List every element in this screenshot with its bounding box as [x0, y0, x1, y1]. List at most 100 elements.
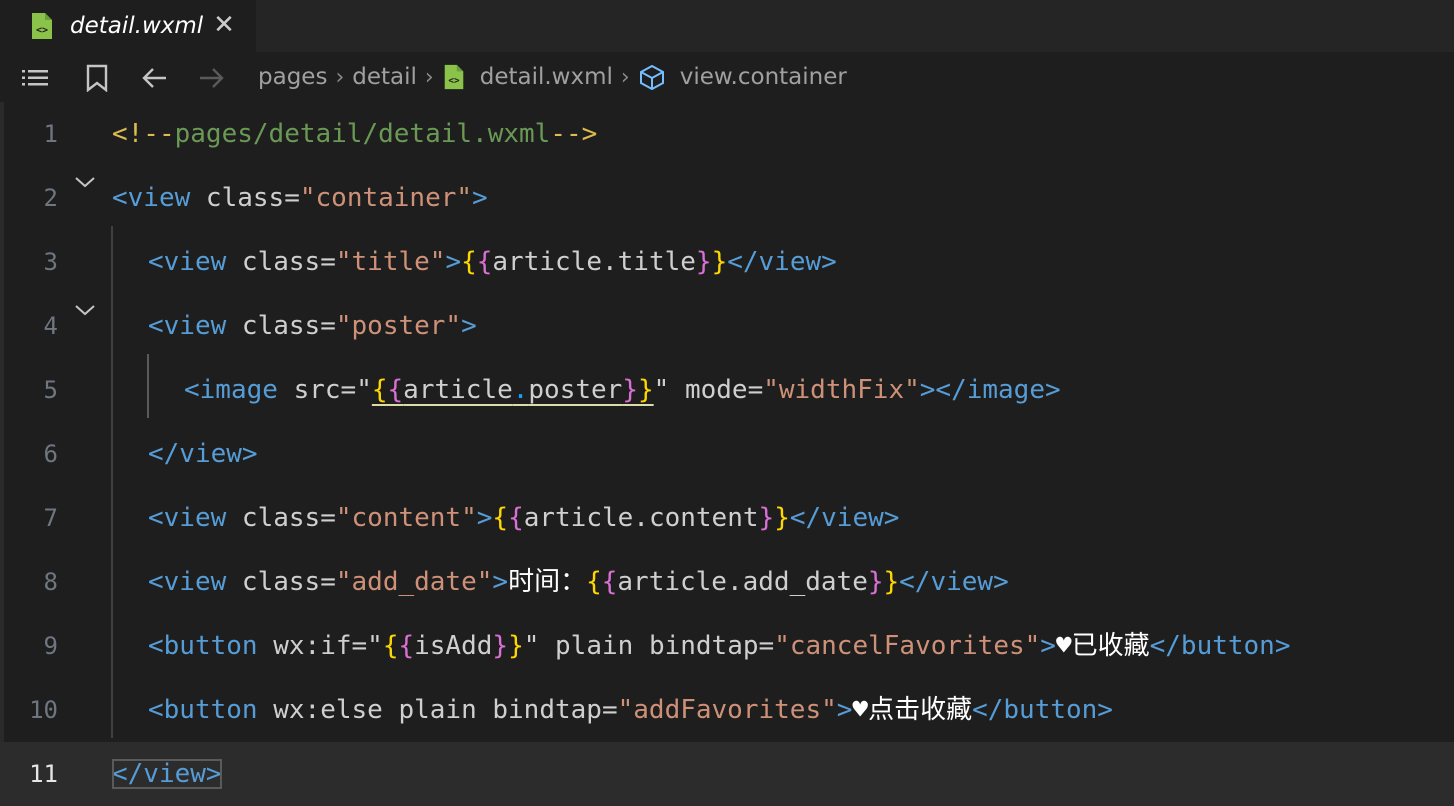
code-token: "cancelFavorites": [774, 631, 1041, 661]
breadcrumb-separator: ›: [424, 64, 434, 90]
line-number: 1: [43, 120, 58, 148]
code-token: pages/detail/detail.wxml: [174, 119, 551, 149]
code-token: class=: [190, 183, 300, 213]
line-number: 7: [43, 504, 58, 532]
code-token: "title": [335, 247, 446, 277]
code-token: }: [758, 503, 775, 533]
code-line[interactable]: 11 </view>: [0, 742, 1454, 806]
code-token: >: [836, 695, 853, 725]
code-token: class=: [226, 503, 336, 533]
code-token: }: [695, 247, 712, 277]
forward-arrow-icon[interactable]: [196, 64, 226, 92]
code-token: <!--: [112, 119, 175, 149]
code-token: <button: [148, 631, 258, 661]
code-token: </button>: [1149, 631, 1291, 661]
breadcrumb-separator: ›: [335, 64, 345, 90]
code-token: }: [637, 375, 654, 405]
bookmark-icon[interactable]: [82, 64, 112, 92]
code-line[interactable]: 8 <view class="add_date">时间：{{article.add…: [0, 550, 1454, 614]
code-token: }: [774, 503, 790, 533]
code-text: <button wx:if="{{isAdd}}" plain bindtap=…: [148, 614, 1291, 678]
line-number: 4: [43, 312, 58, 340]
code-token: "container": [299, 183, 473, 213]
breadcrumb-separator: ›: [620, 64, 630, 90]
code-token: ></image>: [919, 375, 1061, 405]
line-number: 11: [29, 760, 58, 788]
back-arrow-icon[interactable]: [140, 64, 170, 92]
code-token: </view>: [789, 503, 900, 533]
code-token: {: [387, 375, 404, 405]
wxml-file-icon: <>: [32, 13, 52, 39]
code-token: {: [371, 375, 388, 405]
breadcrumb-file[interactable]: detail.wxml: [480, 64, 613, 90]
code-token: 时间：: [508, 567, 587, 597]
code-token: isAdd: [414, 631, 493, 661]
code-token: "widthFix": [763, 375, 920, 405]
code-token: ": [356, 375, 372, 405]
line-number: 10: [29, 696, 58, 724]
code-line[interactable]: 7 <view class="content">{{article.content…: [0, 486, 1454, 550]
code-token: }: [622, 375, 638, 405]
close-icon[interactable]: ✕: [210, 10, 238, 40]
code-token: "poster": [335, 311, 462, 341]
code-text: <view class="content">{{article.content}…: [148, 486, 899, 550]
breadcrumb-pages[interactable]: pages: [258, 64, 327, 90]
code-token: >: [461, 311, 477, 341]
code-editor[interactable]: 1 <!--pages/detail/detail.wxml--> 2 <view c…: [0, 102, 1454, 806]
code-token: </view>: [899, 567, 1009, 597]
code-line[interactable]: 9 <button wx:if="{{isAdd}}" plain bindtap…: [0, 614, 1454, 678]
code-text: <view class="poster">: [148, 294, 477, 358]
code-token: -->: [550, 119, 598, 149]
tab-detail-wxml[interactable]: <> detail.wxml ✕: [0, 0, 257, 52]
code-token: }: [508, 631, 524, 661]
code-token: class=: [226, 247, 336, 277]
code-line[interactable]: 10 <button wx:else plain bindtap="addFavo…: [0, 678, 1454, 742]
code-text: <view class="title">{{article.title}}</v…: [148, 230, 837, 294]
outline-list-icon[interactable]: [20, 64, 50, 92]
code-token: }: [867, 567, 884, 597]
code-text: <view class="add_date">时间：{{article.add_…: [148, 550, 1009, 614]
code-token: >: [445, 247, 462, 277]
line-number: 9: [43, 632, 58, 660]
code-text: <image src="{{article.poster}}" mode="wi…: [184, 358, 1061, 422]
code-text: </view>: [112, 742, 222, 806]
breadcrumb-detail[interactable]: detail: [352, 64, 417, 90]
code-token: <view: [148, 311, 227, 341]
code-token: class=: [226, 311, 336, 341]
code-token: {: [492, 503, 509, 533]
svg-text:<>: <>: [36, 25, 48, 36]
code-token: </view>: [112, 759, 222, 789]
code-token: article.add_date: [617, 567, 868, 597]
code-token: >: [476, 503, 493, 533]
code-token: >: [1040, 631, 1056, 661]
code-token: article: [403, 375, 513, 405]
code-token: </view>: [148, 439, 258, 469]
code-text: <!--pages/detail/detail.wxml-->: [112, 102, 597, 166]
code-token: poster: [528, 375, 623, 405]
wxml-file-icon: <>: [444, 64, 464, 90]
code-line[interactable]: 3 <view class="title">{{article.title}}</…: [0, 230, 1454, 294]
code-line[interactable]: 2 <view class="container">: [0, 166, 1454, 230]
svg-text:<>: <>: [448, 76, 460, 87]
code-token: plain bindtap=: [539, 631, 775, 661]
line-number: 2: [43, 184, 58, 212]
line-number: 8: [43, 568, 58, 596]
code-token: wx:if=: [257, 631, 368, 661]
code-token: <view: [148, 567, 227, 597]
code-token: <view: [148, 247, 227, 277]
cube-icon: [639, 64, 664, 90]
code-token: article.title: [492, 247, 696, 277]
code-line[interactable]: 5 <image src="{{article.poster}}" mode="w…: [0, 358, 1454, 422]
code-line[interactable]: 6 </view>: [0, 422, 1454, 486]
code-token: {: [461, 247, 477, 277]
code-token: </button>: [972, 695, 1113, 725]
code-token: >: [472, 183, 488, 213]
code-text: </view>: [148, 422, 258, 486]
code-token: }: [711, 247, 728, 277]
breadcrumb-symbol[interactable]: view.container: [680, 64, 847, 90]
code-line[interactable]: 4 <view class="poster">: [0, 294, 1454, 358]
code-line[interactable]: 1 <!--pages/detail/detail.wxml-->: [0, 102, 1454, 166]
code-token: class=: [226, 567, 336, 597]
code-token: >: [492, 567, 509, 597]
code-token: }: [883, 567, 900, 597]
